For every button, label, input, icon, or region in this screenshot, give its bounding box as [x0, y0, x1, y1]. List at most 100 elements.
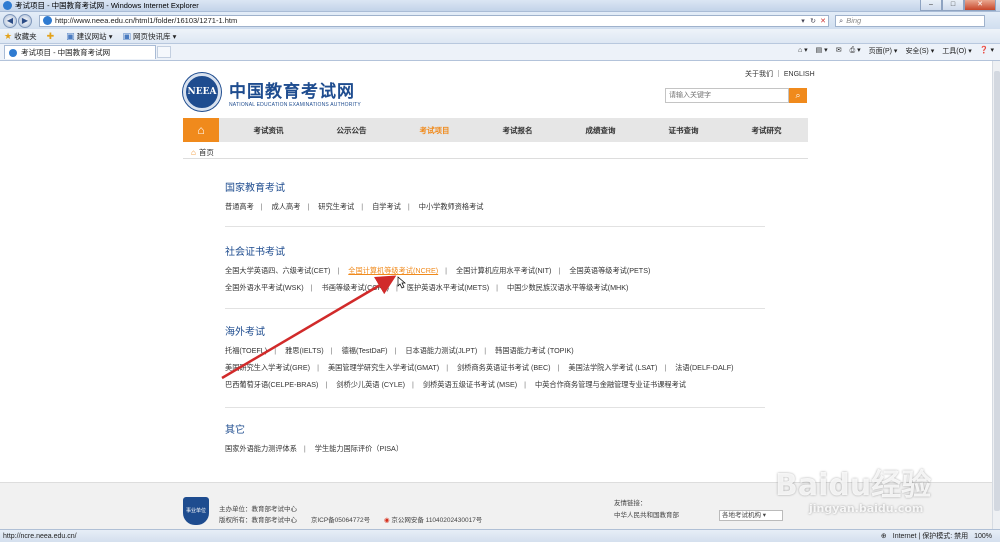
section-title: 海外考试: [225, 327, 265, 338]
status-zone: Internet | 保护模式: 禁用: [892, 533, 969, 540]
friend-links: 友情链接： 中华人民共和国教育部 各地考试机构 ▾: [614, 498, 783, 522]
breadcrumb-home[interactable]: 首页: [199, 147, 214, 158]
logo-chinese-name: 中国教育考试网: [229, 81, 355, 102]
mail-icon[interactable]: ✉: [836, 46, 842, 56]
exam-link[interactable]: 研究生考试: [318, 202, 354, 211]
favorites-button[interactable]: ★ 收藏夹: [4, 31, 37, 42]
favorites-bar: ★ 收藏夹 ✚ ▣ 建议网站 ▾ ▣ 网页快讯库 ▾: [0, 29, 1000, 44]
footer-police[interactable]: 京公网安备 11040202430017号: [391, 517, 482, 524]
browser-search-field[interactable]: ⌕ Bing: [835, 14, 985, 27]
window-titlebar: 考试项目 - 中国教育考试网 - Windows Internet Explor…: [0, 0, 1000, 12]
exam-link[interactable]: 国家外语能力测评体系: [225, 444, 297, 453]
url-field[interactable]: http://www.neea.edu.cn/html1/folder/1610…: [39, 14, 829, 27]
exam-link[interactable]: 剑桥商务英语证书考试 (BEC): [457, 363, 550, 372]
nav-item-scores[interactable]: 成绩查询: [586, 125, 616, 136]
forward-button[interactable]: ▶: [18, 13, 32, 28]
exam-link[interactable]: 法语(DELF-DALF): [675, 363, 733, 372]
cmd-safety[interactable]: 安全(S) ▾: [905, 46, 934, 56]
exam-link[interactable]: 学生能力国际评价（PISA）: [315, 444, 403, 453]
dropdown-icon[interactable]: ▾: [798, 17, 808, 25]
exam-link[interactable]: 全国计算机应用水平考试(NIT): [456, 266, 551, 275]
page-icon: ▣: [66, 30, 75, 41]
link-row: 国家外语能力测评体系 | 学生能力国际评价（PISA）: [225, 444, 404, 453]
ie-icon: [3, 1, 12, 10]
zoom-level[interactable]: 100%: [974, 533, 992, 540]
maximize-button[interactable]: □: [942, 0, 964, 11]
exam-link[interactable]: 普通高考: [225, 202, 254, 211]
exam-link[interactable]: 成人高考: [272, 202, 301, 211]
site-logo[interactable]: NEEA 中国教育考试网 NATIONAL EDUCATION EXAMINAT…: [183, 73, 361, 111]
home-icon: ⌂: [191, 148, 196, 157]
exam-link[interactable]: 托福(TOEFL): [225, 346, 267, 355]
footer-icp[interactable]: 京ICP备05064772号: [311, 517, 370, 524]
neea-logo-emblem: NEEA: [183, 73, 221, 111]
cmd-help[interactable]: ❓ ▾: [980, 46, 994, 56]
search-icon: ⌕: [795, 90, 801, 100]
exam-link[interactable]: 中国少数民族汉语水平等级考试(MHK): [507, 283, 628, 292]
fav-item-webslice[interactable]: ▣ 网页快讯库 ▾: [123, 31, 177, 42]
exam-link[interactable]: 剑桥英语五级证书考试 (MSE): [423, 380, 517, 389]
link-row: 美国研究生入学考试(GRE) | 美国管理学研究生入学考试(GMAT) | 剑桥商务…: [225, 363, 734, 372]
nav-item-registration[interactable]: 考试报名: [503, 125, 533, 136]
home-icon[interactable]: ⌂ ▾: [798, 46, 808, 56]
exam-link-ncre[interactable]: 全国计算机等级考试(NCRE): [348, 266, 438, 275]
back-button[interactable]: ◀: [3, 13, 17, 28]
exam-link[interactable]: 中小学教师资格考试: [419, 202, 484, 211]
cmd-page[interactable]: 页面(P) ▾: [869, 46, 898, 56]
tab-current[interactable]: 考试项目 - 中国教育考试网: [4, 45, 156, 59]
scrollbar-thumb[interactable]: [994, 71, 1000, 511]
site-favicon-icon: [43, 16, 52, 25]
link-row: 全国大学英语四、六级考试(CET) | 全国计算机等级考试(NCRE) | 全国计算…: [225, 266, 651, 275]
exam-link[interactable]: 书画等级考试(CCPT): [322, 283, 389, 292]
address-bar: ◀ ▶ http://www.neea.edu.cn/html1/folder/…: [0, 12, 1000, 29]
site-search-button[interactable]: ⌕: [789, 88, 807, 103]
exam-link[interactable]: 医护英语水平考试(METS): [407, 283, 489, 292]
minimize-button[interactable]: –: [920, 0, 942, 11]
feeds-icon[interactable]: ▤ ▾: [816, 46, 828, 56]
command-bar: ⌂ ▾ ▤ ▾ ✉ ⎙ ▾ 页面(P) ▾ 安全(S) ▾ 工具(O) ▾ ❓ …: [790, 46, 994, 56]
divider: [183, 158, 808, 159]
exam-link[interactable]: 全国英语等级考试(PETS): [569, 266, 650, 275]
exam-agency-select[interactable]: 各地考试机构 ▾: [719, 510, 783, 521]
fav-item-suggested[interactable]: ▣ 建议网站 ▾: [66, 31, 112, 42]
new-tab-button[interactable]: [157, 46, 171, 58]
link-row: 全国外语水平考试(WSK) | 书画等级考试(CCPT) | 医护英语水平考试(ME…: [225, 283, 629, 292]
site-search-input[interactable]: [665, 88, 789, 103]
nav-home-button[interactable]: ⌂: [183, 118, 219, 142]
exam-link[interactable]: 自学考试: [372, 202, 401, 211]
refresh-icon[interactable]: ↻: [808, 17, 818, 25]
exam-link[interactable]: 全国大学英语四、六级考试(CET): [225, 266, 330, 275]
top-links[interactable]: 关于我们 ｜ ENGLISH: [745, 69, 815, 79]
status-url: http://ncre.neea.edu.cn/: [3, 532, 77, 540]
link-row: 巴西葡萄牙语(CELPE-BRAS) | 剑桥少儿英语 (CYLE) | 剑桥英语五…: [225, 380, 686, 389]
print-icon[interactable]: ⎙ ▾: [850, 46, 861, 56]
exam-link[interactable]: 韩国语能力考试 (TOPIK): [495, 346, 574, 355]
exam-link[interactable]: 巴西葡萄牙语(CELPE-BRAS): [225, 380, 318, 389]
add-favorite-button[interactable]: ✚: [47, 31, 57, 42]
gov-badge-icon[interactable]: 事业单位: [183, 497, 209, 525]
footer-copyright: 版权所有：教育部考试中心: [219, 517, 297, 524]
exam-link[interactable]: 中英合作商务管理与金融管理专业证书课程考试: [535, 380, 686, 389]
exam-link[interactable]: 雅思(IELTS): [285, 346, 324, 355]
exam-link[interactable]: 美国法学院入学考试 (LSAT): [568, 363, 657, 372]
friend-link-moe[interactable]: 中华人民共和国教育部: [614, 510, 679, 522]
exam-link[interactable]: 剑桥少儿英语 (CYLE): [336, 380, 405, 389]
exam-link[interactable]: 全国外语水平考试(WSK): [225, 283, 304, 292]
close-window-button[interactable]: ✕: [964, 0, 996, 11]
divider: [225, 407, 765, 408]
breadcrumb: ⌂ 首页: [191, 147, 214, 158]
nav-item-news[interactable]: 考试资讯: [254, 125, 284, 136]
section-overseas-exams: 海外考试 托福(TOEFL) | 雅思(IELTS) | 德福(TestDaF) | …: [225, 323, 765, 408]
nav-item-exams[interactable]: 考试项目: [420, 125, 450, 136]
exam-link[interactable]: 美国研究生入学考试(GRE): [225, 363, 310, 372]
nav-item-research[interactable]: 考试研究: [752, 125, 782, 136]
divider: [225, 226, 765, 227]
cmd-tools[interactable]: 工具(O) ▾: [942, 46, 972, 56]
nav-item-notices[interactable]: 公示公告: [337, 125, 367, 136]
exam-link[interactable]: 美国管理学研究生入学考试(GMAT): [328, 363, 439, 372]
exam-link[interactable]: 日本语能力测试(JLPT): [405, 346, 477, 355]
stop-icon[interactable]: ✕: [818, 17, 828, 25]
exam-link[interactable]: 德福(TestDaF): [342, 346, 388, 355]
vertical-scrollbar[interactable]: [992, 61, 1000, 529]
nav-item-certificates[interactable]: 证书查询: [669, 125, 699, 136]
